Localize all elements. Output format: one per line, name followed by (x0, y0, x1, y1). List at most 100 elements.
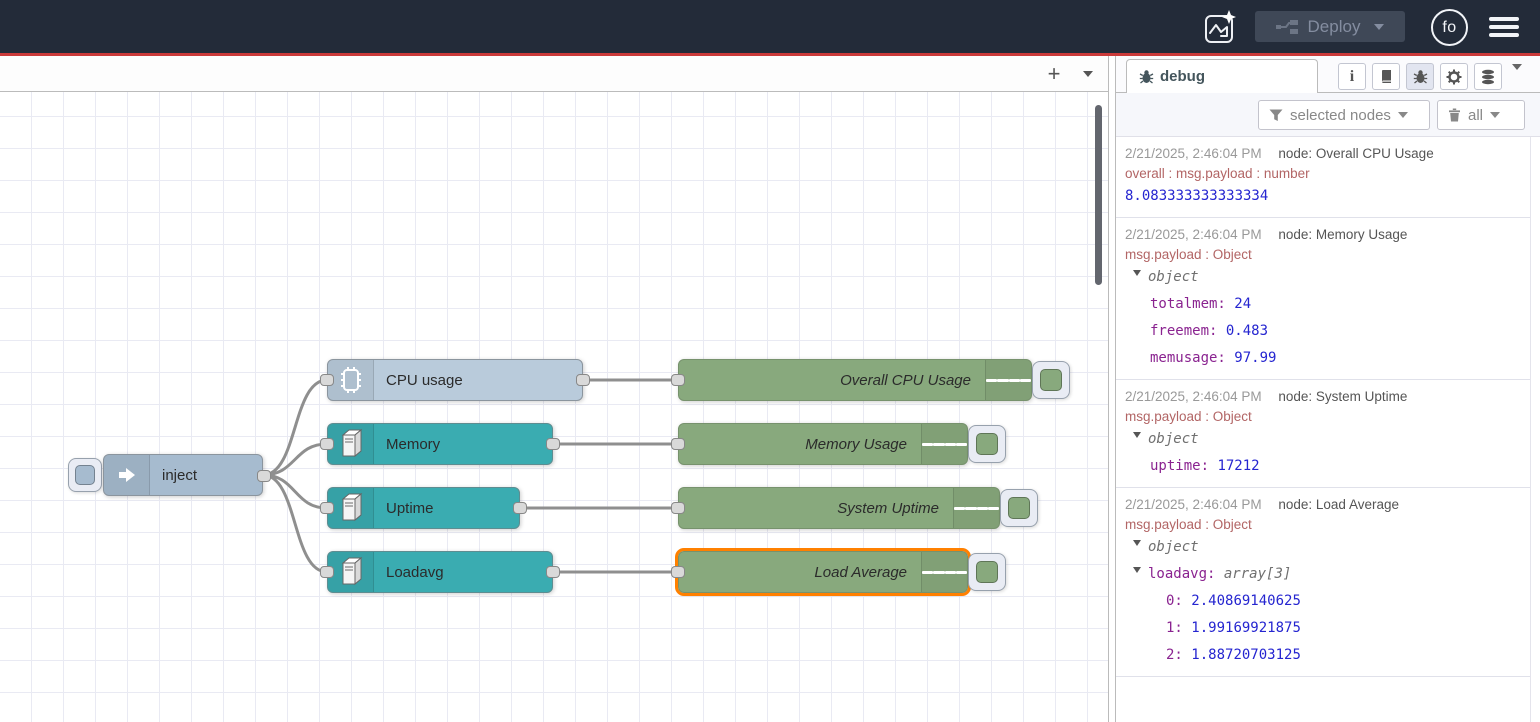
input-port[interactable] (671, 374, 685, 386)
add-flow-button[interactable]: + (1040, 60, 1068, 88)
clear-dropdown[interactable]: all (1437, 100, 1525, 130)
node-uptime[interactable]: Uptime (327, 487, 520, 529)
node-label: System Uptime (837, 488, 939, 528)
message-node: node: System Uptime (1278, 389, 1407, 404)
debug-toggle-button[interactable] (968, 425, 1006, 463)
node-debug-memory-usage[interactable]: Memory Usage (678, 423, 968, 465)
object-key: freemem: (1150, 323, 1217, 339)
message-timestamp: 2/21/2025, 2:46:04 PM (1125, 497, 1262, 512)
node-debug-system-uptime[interactable]: System Uptime (678, 487, 1000, 529)
deploy-caret-icon[interactable] (1374, 24, 1384, 35)
trash-icon (1448, 108, 1461, 122)
debug-toggle-button[interactable] (968, 553, 1006, 591)
config-tab-button[interactable] (1440, 63, 1468, 90)
flow-sparkle-icon (1201, 7, 1239, 47)
object-label: object (1148, 539, 1199, 555)
debug-message[interactable]: 2/21/2025, 2:46:04 PM node: Overall CPU … (1116, 137, 1530, 218)
deploy-icon (1276, 19, 1298, 35)
debug-toggle-inner (1040, 369, 1062, 391)
input-port[interactable] (320, 374, 334, 386)
input-port[interactable] (320, 502, 334, 514)
output-port[interactable] (546, 438, 560, 450)
caret-down-icon[interactable] (1133, 270, 1141, 280)
node-memory[interactable]: Memory (327, 423, 553, 465)
debug-toggle-inner (976, 561, 998, 583)
user-avatar[interactable]: fo (1431, 9, 1468, 46)
debug-message[interactable]: 2/21/2025, 2:46:04 PM node: System Uptim… (1116, 380, 1530, 488)
chevron-down-icon (1490, 112, 1500, 123)
context-tab-button[interactable] (1474, 63, 1502, 90)
node-loadavg[interactable]: Loadavg (327, 551, 553, 593)
debug-tab-button[interactable] (1406, 63, 1434, 90)
node-label: Overall CPU Usage (840, 360, 971, 400)
app-header: Deploy fo (0, 0, 1540, 53)
caret-down-icon[interactable] (1133, 432, 1141, 442)
debug-message[interactable]: 2/21/2025, 2:46:04 PM node: Load Average… (1116, 488, 1530, 677)
node-debug-load-average[interactable]: Load Average (678, 551, 968, 593)
output-port[interactable] (257, 470, 271, 482)
inject-icon (104, 455, 150, 495)
caret-down-icon[interactable] (1133, 567, 1141, 577)
object-value: 0.483 (1226, 323, 1268, 339)
object-value: 97.99 (1234, 350, 1276, 366)
array-value: 1.99169921875 (1191, 620, 1301, 636)
sidebar-tabbar: debug i (1116, 56, 1540, 93)
debug-toggle-button[interactable] (1032, 361, 1070, 399)
debug-toggle-button[interactable] (1000, 489, 1038, 527)
caret-down-icon[interactable] (1133, 540, 1141, 550)
ai-flow-icon[interactable] (1201, 7, 1239, 47)
node-inject[interactable]: inject (103, 454, 263, 496)
filter-dropdown[interactable]: selected nodes (1258, 100, 1430, 130)
input-port[interactable] (320, 438, 334, 450)
key-value-row: 1: 1.99169921875 (1116, 615, 1530, 642)
flow-list-button[interactable] (1076, 60, 1100, 88)
object-key: uptime: (1150, 458, 1209, 474)
avatar-initials: fo (1442, 19, 1456, 37)
array-index: 1: (1166, 620, 1183, 636)
debug-message-list[interactable]: 2/21/2025, 2:46:04 PM node: Overall CPU … (1116, 137, 1531, 722)
object-row[interactable]: object (1116, 264, 1530, 291)
object-row[interactable]: object (1116, 534, 1530, 561)
node-cpu-usage[interactable]: CPU usage (327, 359, 583, 401)
node-label: Memory Usage (805, 424, 907, 464)
computer-tower-icon (328, 552, 374, 592)
debug-message[interactable]: 2/21/2025, 2:46:04 PM node: Memory Usage… (1116, 218, 1530, 380)
array-row[interactable]: loadavg: array[3] (1116, 561, 1530, 588)
tab-debug[interactable]: debug (1126, 59, 1318, 93)
gear-icon (1446, 69, 1462, 85)
key-value-row: totalmem: 24 (1116, 291, 1530, 318)
workspace-grid[interactable]: inject CPU usage (0, 92, 1108, 722)
message-timestamp: 2/21/2025, 2:46:04 PM (1125, 146, 1262, 161)
object-key: loadavg: (1148, 566, 1215, 582)
input-port[interactable] (671, 502, 685, 514)
message-timestamp: 2/21/2025, 2:46:04 PM (1125, 227, 1262, 242)
sidebar-menu-button[interactable] (1512, 70, 1522, 88)
sidebar-splitter[interactable] (1108, 56, 1116, 722)
input-port[interactable] (671, 438, 685, 450)
object-row[interactable]: object (1116, 426, 1530, 453)
help-tab-button[interactable] (1372, 63, 1400, 90)
chevron-down-icon (1083, 71, 1093, 82)
object-label: object (1148, 431, 1199, 447)
database-icon (1480, 69, 1496, 85)
deploy-button[interactable]: Deploy (1255, 11, 1405, 42)
input-port[interactable] (320, 566, 334, 578)
node-debug-overall-cpu[interactable]: Overall CPU Usage (678, 359, 1032, 401)
canvas-scrollbar[interactable] (1095, 105, 1102, 285)
output-port[interactable] (513, 502, 527, 514)
key-value-row: memusage: 97.99 (1116, 345, 1530, 372)
output-port[interactable] (576, 374, 590, 386)
info-tab-button[interactable]: i (1338, 63, 1366, 90)
clear-label: all (1468, 107, 1483, 124)
debug-lines-icon (921, 424, 967, 464)
wire[interactable] (263, 475, 327, 508)
object-value: 24 (1234, 296, 1251, 312)
debug-lines-icon (921, 552, 967, 592)
key-value-row: 0: 2.40869140625 (1116, 588, 1530, 615)
output-port[interactable] (546, 566, 560, 578)
inject-trigger-button[interactable] (68, 458, 102, 492)
input-port[interactable] (671, 566, 685, 578)
node-label: Loadavg (386, 552, 444, 592)
hamburger-menu-icon[interactable] (1487, 15, 1521, 39)
message-meta: 2/21/2025, 2:46:04 PM node: Memory Usage (1116, 218, 1530, 244)
